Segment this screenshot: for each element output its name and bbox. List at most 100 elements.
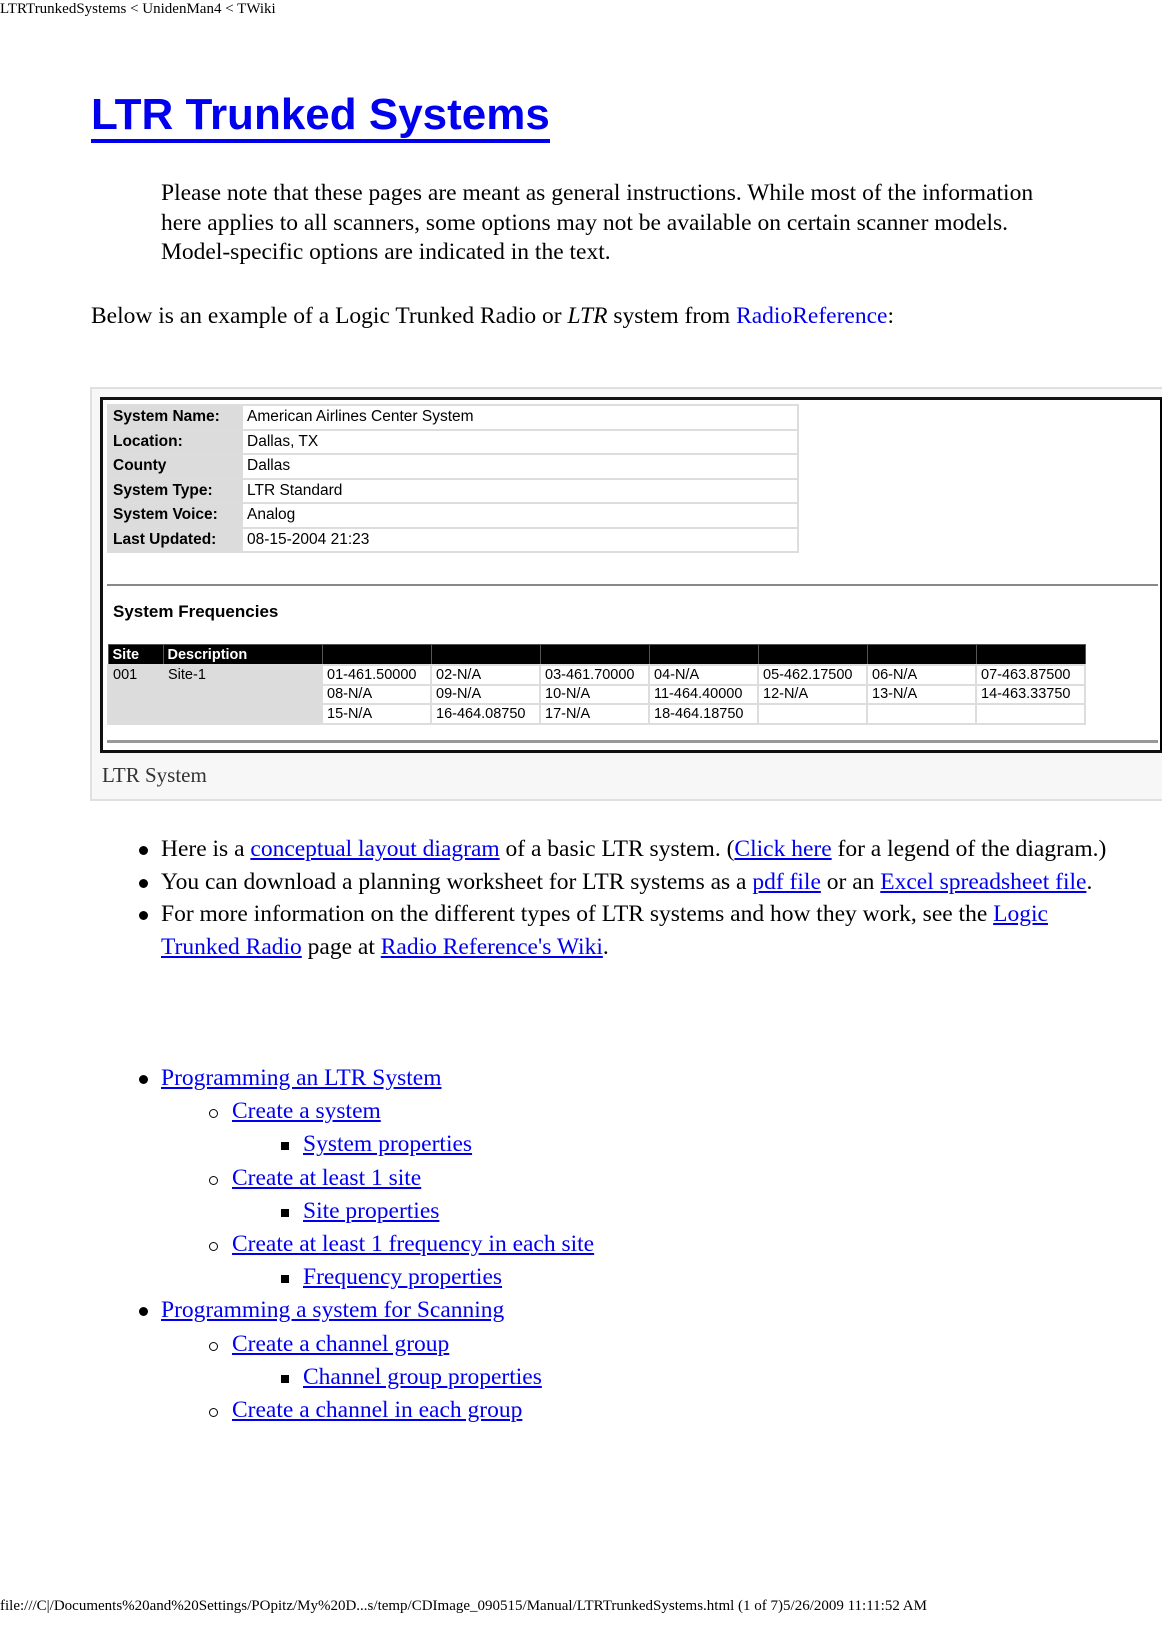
frequency-cell: 07-463.87500: [975, 664, 1086, 686]
frequency-cell: 01-461.50000: [321, 664, 432, 686]
toc-link[interactable]: System properties: [303, 1131, 472, 1157]
bullet-link[interactable]: pdf file: [752, 869, 821, 895]
info-row: County Dallas: [107, 453, 799, 480]
info-label: System Type:: [107, 477, 243, 504]
toc-link[interactable]: Site properties: [303, 1198, 439, 1224]
intro-text: system from: [607, 303, 737, 329]
info-label: System Name:: [107, 404, 243, 431]
frequency-cell: [975, 703, 1086, 725]
bullet-item: You can download a planning worksheet fo…: [91, 866, 1121, 899]
ltr-system-figure: System Name: American Airlines Center Sys…: [90, 387, 1162, 801]
divider: [107, 584, 1158, 586]
toc-item: Create a channel group: [91, 1328, 594, 1361]
bullet-text: Here is a: [161, 836, 251, 862]
frequency-cell: 06-N/A: [866, 664, 977, 686]
bullet-link[interactable]: Radio Reference's Wiki: [381, 934, 603, 960]
frequency-cell: 04-N/A: [648, 664, 759, 686]
frequency-cell: 12-N/A: [757, 683, 868, 705]
toc-item: Create a channel in each group: [91, 1394, 594, 1427]
bullet-text: or an: [820, 868, 881, 895]
info-value: American Airlines Center System: [241, 404, 799, 431]
intro-text: Below is an example of a Logic Trunked R…: [91, 303, 568, 329]
toc-link[interactable]: Create a system: [232, 1098, 381, 1124]
info-label: Last Updated:: [107, 526, 243, 553]
info-row: Location: Dallas, TX: [107, 428, 799, 455]
bullet-circle-icon: [209, 1175, 218, 1185]
bullet-icon: [139, 878, 148, 888]
bullet-disc-icon: [139, 1307, 148, 1317]
bullet-text: of a basic LTR system. (: [499, 836, 735, 862]
bullet-disc-icon: [139, 1075, 148, 1084]
programming-toc: Programming an LTR System Create a system…: [91, 1062, 594, 1427]
description-cell: Site-1: [162, 664, 323, 686]
divider: [107, 740, 1158, 743]
bullet-text: For more information on the different ty…: [161, 901, 994, 927]
info-label: Location:: [107, 428, 243, 455]
radioreference-link[interactable]: RadioReference: [736, 303, 887, 329]
toc-item: Create at least 1 site: [91, 1162, 594, 1195]
page-title-link[interactable]: LTR Trunked Systems: [91, 90, 550, 143]
toc-link[interactable]: Frequency properties: [303, 1264, 502, 1290]
radioreference-screenshot: System Name: American Airlines Center Sys…: [100, 397, 1162, 753]
freq-header-cell: [648, 644, 759, 666]
bullet-link[interactable]: Click here: [734, 836, 831, 862]
frequency-cell: 11-464.40000: [648, 683, 759, 705]
intro-paragraph: Below is an example of a Logic Trunked R…: [91, 301, 894, 331]
intro-text: :: [887, 303, 894, 329]
frequency-cell: [757, 703, 868, 725]
toc-link[interactable]: Programming a system for Scanning: [161, 1297, 504, 1323]
freq-header-cell: [975, 644, 1086, 666]
print-footer: file:///C|/Documents%20and%20Settings/PO…: [0, 1598, 927, 1614]
bullet-square-icon: [281, 1275, 289, 1284]
description-cell: [162, 703, 323, 725]
freq-header-cell: [430, 644, 541, 666]
toc-item: Frequency properties: [91, 1261, 594, 1294]
page-title: LTR Trunked Systems: [91, 88, 550, 143]
bullet-link[interactable]: conceptual layout diagram: [250, 836, 499, 862]
figure-caption: LTR System: [102, 763, 207, 787]
toc-link[interactable]: Channel group properties: [303, 1364, 542, 1390]
toc-link[interactable]: Programming an LTR System: [161, 1065, 441, 1091]
freq-header-cell: Site: [107, 644, 164, 666]
freq-header-cell: [757, 644, 868, 666]
system-frequencies-table: Site Description 001 Site-1 01-461.50000 02-…: [107, 644, 1086, 725]
info-row: System Type: LTR Standard: [107, 477, 799, 504]
site-cell: [107, 703, 164, 725]
toc-link[interactable]: Create at least 1 frequency in each site: [232, 1231, 594, 1257]
info-row: Last Updated: 08-15-2004 21:23: [107, 526, 799, 553]
bullet-text: .: [602, 933, 609, 960]
bullet-item: Here is a conceptual layout diagram of a…: [91, 833, 1121, 866]
bullet-text: You can download a planning worksheet fo…: [161, 868, 753, 895]
freq-header-cell: Description: [162, 644, 323, 666]
site-cell: 001: [107, 664, 164, 686]
frequency-cell: 02-N/A: [430, 664, 541, 686]
frequency-cell: [866, 703, 977, 725]
frequency-cell: 17-N/A: [539, 703, 650, 725]
print-header: LTRTrunkedSystems < UnidenMan4 < TWiki: [0, 1, 276, 17]
bullet-link[interactable]: Excel spreadsheet file: [880, 869, 1086, 895]
bullet-square-icon: [281, 1374, 289, 1383]
frequency-cell: 05-462.17500: [757, 664, 868, 686]
info-value: 08-15-2004 21:23: [241, 526, 799, 553]
bullet-square-icon: [281, 1142, 289, 1151]
info-label: System Voice:: [107, 502, 243, 529]
toc-item: Programming a system for Scanning: [91, 1294, 594, 1327]
frequency-cell: 16-464.08750: [430, 703, 541, 725]
freq-header-cell: [539, 644, 650, 666]
general-instructions-note: Please note that these pages are meant a…: [161, 180, 1034, 265]
frequency-cell: 13-N/A: [866, 683, 977, 705]
info-value: Dallas: [241, 453, 799, 480]
bullet-circle-icon: [209, 1341, 218, 1351]
description-cell: [162, 683, 323, 705]
freq-header-cell: [321, 644, 432, 666]
system-info-table: System Name: American Airlines Center Sys…: [107, 404, 799, 553]
info-value: LTR Standard: [241, 477, 799, 504]
toc-item: Create at least 1 frequency in each site: [91, 1228, 594, 1261]
info-value: Dallas, TX: [241, 428, 799, 455]
toc-link[interactable]: Create a channel in each group: [232, 1397, 522, 1423]
frequency-cell: 15-N/A: [321, 703, 432, 725]
bullet-circle-icon: [209, 1242, 218, 1252]
toc-link[interactable]: Create at least 1 site: [232, 1165, 421, 1191]
toc-link[interactable]: Create a channel group: [232, 1331, 449, 1357]
bullet-circle-icon: [209, 1408, 218, 1418]
